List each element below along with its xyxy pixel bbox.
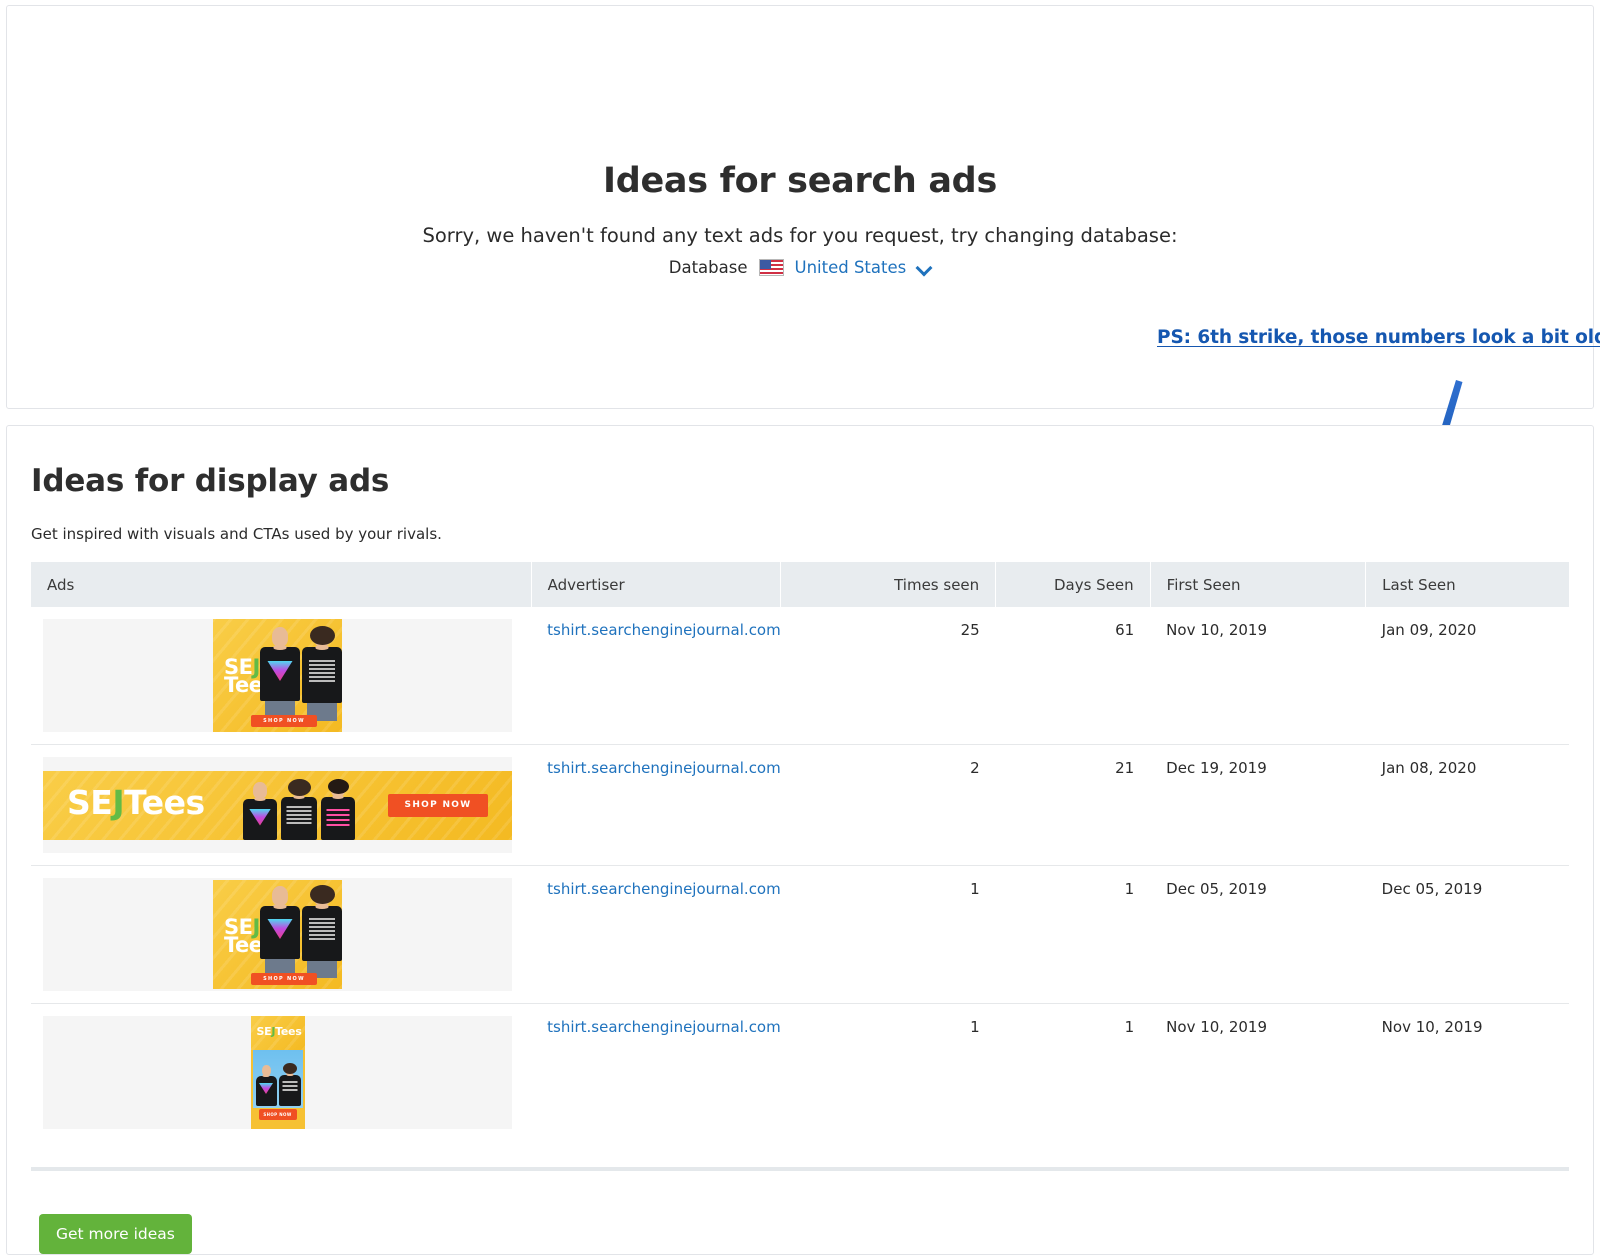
ad-thumbnail[interactable]: SEJ Tees SHOP NOW: [43, 619, 512, 732]
database-selector[interactable]: Database United States: [7, 258, 1593, 277]
ad-creative-cell[interactable]: SEJ Tees SHOP NOW: [31, 865, 532, 1004]
table-header: Ads Advertiser Times seen Days Seen Firs…: [31, 562, 1569, 607]
column-header-times-seen[interactable]: Times seen: [780, 562, 997, 607]
days-seen-cell: 1: [1124, 1018, 1135, 1036]
days-seen-cell: 21: [995, 744, 1151, 866]
get-more-ideas-button[interactable]: Get more ideas: [39, 1214, 192, 1254]
last-seen-cell: Jan 08, 2020: [1365, 744, 1569, 866]
ad-creative-cell[interactable]: SEJ Tees SHOP NOW: [31, 607, 532, 745]
times-seen-cell: 1: [970, 1018, 980, 1036]
first-seen-cell: Dec 19, 2019: [1150, 744, 1366, 866]
display-ads-title: Ideas for display ads: [31, 463, 390, 499]
table-row: SEJ Tees SHOP NOW tshirt.searchenginejou…: [31, 865, 1569, 1004]
search-ads-title: Ideas for search ads: [603, 161, 997, 201]
column-header-days-seen[interactable]: Days Seen: [995, 562, 1151, 607]
times-seen-cell: 1: [780, 865, 996, 1004]
shop-now-button[interactable]: SHOP NOW: [258, 1109, 297, 1120]
column-header-ads[interactable]: Ads: [31, 562, 532, 607]
ad-creative-square: SEJ Tees SHOP NOW: [213, 880, 342, 989]
shop-now-button[interactable]: SHOP NOW: [251, 973, 317, 985]
last-seen-cell: Nov 10, 2019: [1381, 1018, 1483, 1036]
advertiser-cell: tshirt.searchenginejournal.com: [531, 865, 781, 1004]
last-seen-cell: Jan 09, 2020: [1365, 607, 1569, 745]
table-footer-divider: [31, 1167, 1569, 1171]
display-ads-panel: Ideas for display ads Get inspired with …: [6, 425, 1594, 1255]
advertiser-link[interactable]: tshirt.searchenginejournal.com: [547, 1018, 781, 1036]
search-ads-panel: Ideas for search ads Sorry, we haven't f…: [6, 5, 1594, 409]
table-row: SEJTees SHOP NOW tshirt.searchenginejour…: [31, 744, 1569, 866]
column-header-advertiser[interactable]: Advertiser: [531, 562, 781, 607]
ad-models-image: [243, 774, 355, 840]
ad-models-image: [260, 625, 342, 721]
advertiser-cell: tshirt.searchenginejournal.com: [531, 744, 781, 866]
sej-tees-logo: SEJTees: [67, 782, 205, 822]
ad-creative-cell[interactable]: SEJTees SHOP NOW: [31, 1004, 531, 1142]
last-seen-cell: Dec 05, 2019: [1365, 865, 1569, 1004]
ad-models-image: [255, 1056, 301, 1106]
advertiser-link[interactable]: tshirt.searchenginejournal.com: [547, 621, 781, 639]
column-header-last-seen[interactable]: Last Seen: [1365, 562, 1569, 607]
times-seen-cell: 25: [780, 607, 996, 745]
advertiser-cell: tshirt.searchenginejournal.com: [531, 1004, 781, 1142]
advertiser-link[interactable]: tshirt.searchenginejournal.com: [547, 880, 781, 898]
table-row: SEJ Tees SHOP NOW tshirt.searchenginejou…: [31, 607, 1569, 745]
table-body: SEJ Tees SHOP NOW tshirt.searchenginejou…: [31, 607, 1569, 1141]
us-flag-icon: [758, 259, 784, 276]
ad-creative-square: SEJ Tees SHOP NOW: [213, 619, 342, 732]
first-seen-cell: Nov 10, 2019: [1150, 607, 1366, 745]
ad-models-image: [260, 884, 342, 978]
advertiser-cell: tshirt.searchenginejournal.com: [531, 607, 781, 745]
ad-creative-leaderboard: SEJTees SHOP NOW: [43, 770, 512, 840]
sej-tees-logo: SEJTees: [256, 1025, 302, 1038]
database-label: Database: [668, 258, 748, 277]
first-seen-cell: Dec 05, 2019: [1150, 865, 1366, 1004]
advertiser-link[interactable]: tshirt.searchenginejournal.com: [547, 759, 781, 777]
ad-thumbnail[interactable]: SEJ Tees SHOP NOW: [43, 878, 512, 991]
ad-creative-cell[interactable]: SEJTees SHOP NOW: [31, 744, 532, 866]
display-ads-subtitle: Get inspired with visuals and CTAs used …: [31, 525, 442, 543]
table-header-row: Ads Advertiser Times seen Days Seen Firs…: [31, 562, 1569, 607]
annotation-text: PS: 6th strike, those numbers look a bit…: [1157, 327, 1600, 348]
shop-now-button[interactable]: SHOP NOW: [388, 793, 488, 817]
table-row: SEJTees SHOP NOW tshirt.searchenginejour…: [31, 1004, 1569, 1142]
ad-thumbnail[interactable]: SEJTees SHOP NOW: [43, 1016, 512, 1129]
database-value[interactable]: United States: [795, 258, 907, 277]
first-seen-cell: Nov 10, 2019: [1166, 1018, 1268, 1036]
chevron-down-icon[interactable]: [917, 261, 931, 275]
ad-creative-vertical: SEJTees SHOP NOW: [250, 1016, 305, 1129]
days-seen-cell: 1: [995, 865, 1151, 1004]
column-header-first-seen[interactable]: First Seen: [1150, 562, 1367, 607]
ad-thumbnail[interactable]: SEJTees SHOP NOW: [43, 757, 512, 853]
days-seen-cell: 61: [995, 607, 1151, 745]
times-seen-cell: 2: [780, 744, 996, 866]
search-ads-empty-message: Sorry, we haven't found any text ads for…: [422, 224, 1178, 247]
display-ads-table: Ads Advertiser Times seen Days Seen Firs…: [31, 562, 1569, 1141]
shop-now-button[interactable]: SHOP NOW: [251, 715, 317, 727]
